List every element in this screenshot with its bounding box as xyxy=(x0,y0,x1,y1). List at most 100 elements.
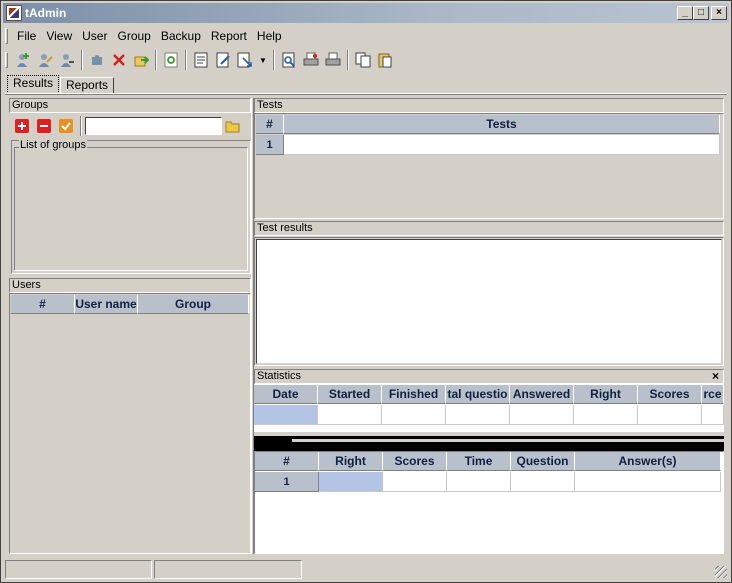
stats-cell[interactable] xyxy=(318,405,382,425)
menu-help[interactable]: Help xyxy=(252,27,287,45)
tab-reports[interactable]: Reports xyxy=(60,77,115,94)
statistics-close-icon[interactable]: × xyxy=(712,370,719,383)
table-row[interactable] xyxy=(254,405,724,425)
answers-col-right[interactable]: Right xyxy=(319,452,383,471)
answers-col-answers[interactable]: Answer(s) xyxy=(575,452,721,471)
copy-button[interactable] xyxy=(352,49,374,71)
print-setup-button[interactable] xyxy=(300,49,322,71)
check-group-button[interactable] xyxy=(55,115,77,137)
puzzle-button[interactable] xyxy=(86,49,108,71)
stats-col-started[interactable]: Started xyxy=(318,385,382,404)
answers-grid-header: # Right Scores Time Question Answer(s) xyxy=(255,452,721,471)
menu-file[interactable]: File xyxy=(12,27,41,45)
add-group-button[interactable] xyxy=(11,115,33,137)
group-search-input[interactable] xyxy=(85,117,222,135)
tests-row-cell[interactable] xyxy=(284,135,720,155)
main-window: tAdmin _ □ × File View User Group Backup… xyxy=(0,0,732,583)
stats-cell[interactable] xyxy=(638,405,702,425)
menu-user[interactable]: User xyxy=(77,27,112,45)
tests-col-tests[interactable]: Tests xyxy=(284,115,720,134)
export-button[interactable] xyxy=(234,49,256,71)
answers-cell[interactable] xyxy=(575,472,721,492)
splitter-handle xyxy=(254,439,292,442)
toolbar-separator xyxy=(346,50,349,70)
users-grid-header: # User name Group xyxy=(11,295,249,314)
groups-title: Groups xyxy=(12,99,49,111)
print-setup-icon xyxy=(303,52,319,66)
maximize-button[interactable]: □ xyxy=(693,6,709,20)
stats-cell[interactable] xyxy=(446,405,510,425)
menubar-grip[interactable] xyxy=(5,27,8,44)
status-panel-1 xyxy=(5,560,152,579)
menu-group[interactable]: Group xyxy=(112,27,155,45)
user-props-button[interactable] xyxy=(56,49,78,71)
toolbar-grip[interactable] xyxy=(5,52,8,68)
tab-results[interactable]: Results xyxy=(7,75,60,94)
users-col-group[interactable]: Group xyxy=(138,295,249,314)
statistics-grid[interactable]: Date Started Finished tal questio Answer… xyxy=(254,384,724,432)
test-results-area[interactable] xyxy=(256,239,722,364)
title-bar[interactable]: tAdmin _ □ × xyxy=(3,3,729,23)
toolbar-separator xyxy=(272,50,275,70)
splitter-grip xyxy=(254,439,724,442)
answers-cell[interactable] xyxy=(447,472,511,492)
users-col-num[interactable]: # xyxy=(11,295,75,314)
delete-button[interactable] xyxy=(108,49,130,71)
paste-button[interactable] xyxy=(374,49,396,71)
minimize-button[interactable]: _ xyxy=(677,6,693,20)
answers-cell-right[interactable] xyxy=(319,472,383,492)
menu-backup[interactable]: Backup xyxy=(156,27,206,45)
stats-cell-date[interactable] xyxy=(254,405,318,425)
edit-user-button[interactable] xyxy=(34,49,56,71)
stats-cell[interactable] xyxy=(702,405,724,425)
stats-cell[interactable] xyxy=(574,405,638,425)
tests-col-num[interactable]: # xyxy=(256,115,284,134)
stats-col-finished[interactable]: Finished xyxy=(382,385,446,404)
remove-group-button[interactable] xyxy=(33,115,55,137)
menu-report[interactable]: Report xyxy=(206,27,252,45)
print-button[interactable] xyxy=(322,49,344,71)
refresh-button[interactable] xyxy=(160,49,182,71)
stats-col-right[interactable]: Right xyxy=(574,385,638,404)
splitter-bar[interactable] xyxy=(254,436,724,451)
minus-icon xyxy=(37,119,51,133)
tab-divider xyxy=(5,93,727,95)
preview-button[interactable] xyxy=(278,49,300,71)
stats-col-total-questions[interactable]: tal questio xyxy=(446,385,510,404)
vertical-splitter[interactable] xyxy=(251,98,254,554)
groups-list-box[interactable] xyxy=(14,147,248,271)
print-icon xyxy=(325,52,341,66)
close-button[interactable]: × xyxy=(711,6,727,20)
groups-list-frame: List of groups xyxy=(11,139,251,274)
answers-cell[interactable] xyxy=(383,472,447,492)
test-results-title: Test results xyxy=(257,222,313,234)
stats-col-percent[interactable]: rce xyxy=(702,385,724,404)
edit-report-button[interactable] xyxy=(212,49,234,71)
answers-cell[interactable] xyxy=(511,472,575,492)
tests-title: Tests xyxy=(257,99,283,111)
table-row[interactable]: 1 xyxy=(256,135,720,155)
stats-col-scores[interactable]: Scores xyxy=(638,385,702,404)
app-icon[interactable] xyxy=(6,5,22,21)
stats-col-date[interactable]: Date xyxy=(254,385,318,404)
table-row[interactable]: 1 xyxy=(255,472,721,492)
add-user-button[interactable] xyxy=(12,49,34,71)
answers-grid[interactable]: # Right Scores Time Question Answer(s) 1 xyxy=(254,451,724,554)
answers-col-question[interactable]: Question xyxy=(511,452,575,471)
tests-grid[interactable]: # Tests 1 xyxy=(254,113,724,219)
report-button[interactable] xyxy=(190,49,212,71)
import-button[interactable] xyxy=(130,49,152,71)
users-col-username[interactable]: User name xyxy=(75,295,138,314)
stats-col-answered[interactable]: Answered xyxy=(510,385,574,404)
export-dropdown-icon[interactable]: ▼ xyxy=(259,56,267,65)
users-grid[interactable]: # User name Group xyxy=(9,293,251,554)
answers-col-scores[interactable]: Scores xyxy=(383,452,447,471)
toolbar-separator xyxy=(155,50,157,70)
menu-view[interactable]: View xyxy=(41,27,77,45)
stats-cell[interactable] xyxy=(510,405,574,425)
browse-folder-button[interactable] xyxy=(222,115,244,137)
answers-col-num[interactable]: # xyxy=(255,452,319,471)
answers-col-time[interactable]: Time xyxy=(447,452,511,471)
stats-cell[interactable] xyxy=(382,405,446,425)
resize-grip-icon[interactable] xyxy=(715,566,727,578)
